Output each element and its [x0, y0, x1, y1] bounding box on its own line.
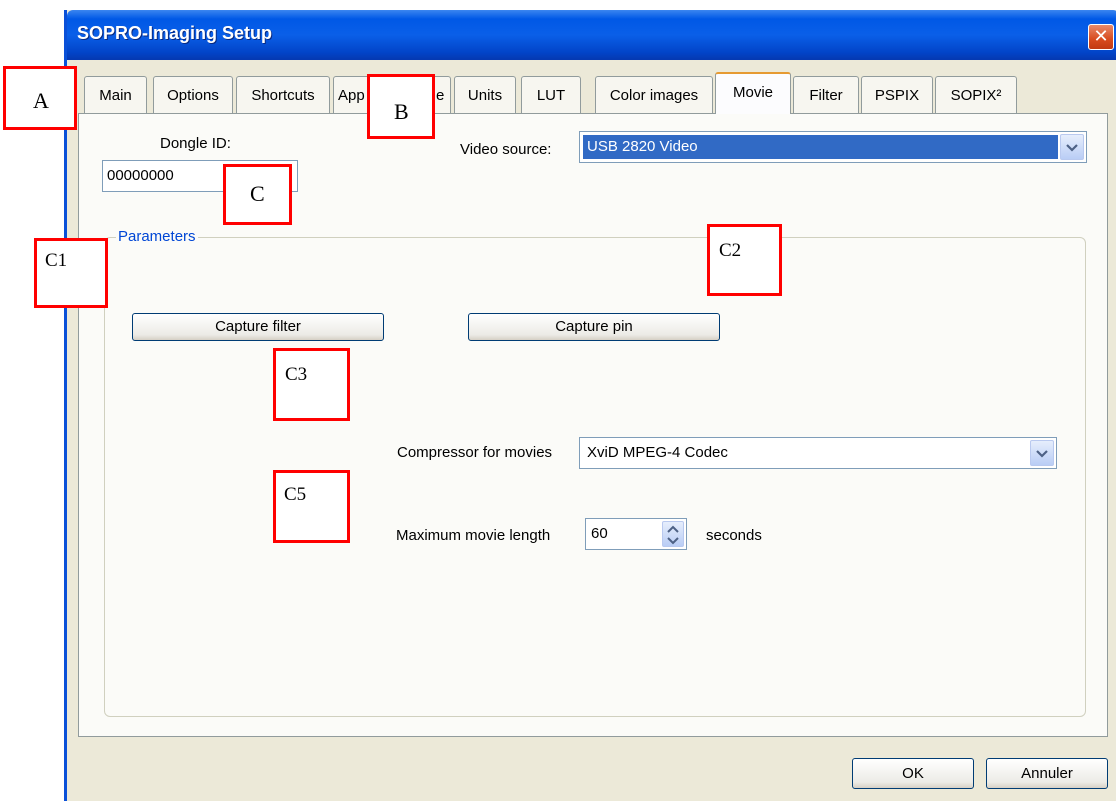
dongle-id-label: Dongle ID:: [160, 135, 231, 152]
annotation-a: A: [3, 66, 77, 130]
parameters-group-title: Parameters: [116, 228, 198, 245]
window-title: SOPRO-Imaging Setup: [77, 23, 273, 43]
video-source-value: USB 2820 Video: [583, 135, 1058, 159]
compressor-value: XviD MPEG-4 Codec: [587, 444, 728, 461]
tab-units[interactable]: Units: [454, 76, 516, 113]
tab-appearance-label-end: e: [436, 87, 445, 104]
annotation-c2: C2: [707, 224, 782, 296]
capture-filter-button[interactable]: Capture filter: [132, 313, 384, 341]
max-length-label: Maximum movie length: [396, 527, 551, 544]
close-button[interactable]: ✕: [1088, 24, 1114, 50]
tab-appearance-label-start: App: [338, 87, 365, 104]
tab-movie[interactable]: Movie: [715, 72, 791, 114]
tab-color-images[interactable]: Color images: [595, 76, 713, 113]
tab-shortcuts[interactable]: Shortcuts: [236, 76, 330, 113]
tab-options[interactable]: Options: [153, 76, 233, 113]
annotation-c1: C1: [34, 238, 108, 308]
compressor-select[interactable]: XviD MPEG-4 Codec: [579, 437, 1057, 469]
annotation-c2-label: C2: [719, 240, 742, 261]
video-source-label: Video source:: [460, 141, 552, 158]
spin-arrows-icon[interactable]: [662, 521, 684, 547]
cancel-button[interactable]: Annuler: [986, 758, 1108, 789]
compressor-label: Compressor for movies: [397, 444, 553, 461]
title-bar[interactable]: SOPRO-Imaging Setup ✕: [67, 10, 1116, 60]
max-length-value: 60: [591, 525, 608, 542]
annotation-c3: C3: [273, 348, 350, 421]
annotation-c: C: [223, 164, 292, 225]
tab-filter[interactable]: Filter: [793, 76, 859, 113]
tab-main[interactable]: Main: [84, 76, 147, 113]
tab-lut[interactable]: LUT: [521, 76, 581, 113]
video-source-select[interactable]: USB 2820 Video: [579, 131, 1087, 163]
annotation-c-label: C: [250, 181, 265, 206]
annotation-c5: C5: [273, 470, 350, 543]
chevron-down-icon[interactable]: [1030, 440, 1054, 466]
max-length-unit: seconds: [706, 527, 762, 544]
capture-pin-button[interactable]: Capture pin: [468, 313, 720, 341]
tab-sopix2[interactable]: SOPIX²: [935, 76, 1017, 113]
annotation-b: B: [367, 74, 435, 139]
max-length-stepper[interactable]: 60: [585, 518, 687, 550]
parameters-groupbox: [104, 237, 1086, 717]
annotation-c1-label: C1: [45, 250, 68, 271]
annotation-a-label: A: [33, 88, 49, 113]
chevron-down-icon[interactable]: [1060, 134, 1084, 160]
annotation-c5-label: C5: [284, 484, 307, 505]
annotation-b-label: B: [394, 99, 409, 124]
annotation-c3-label: C3: [285, 364, 308, 385]
ok-button[interactable]: OK: [852, 758, 974, 789]
tab-pspix[interactable]: PSPIX: [861, 76, 933, 113]
